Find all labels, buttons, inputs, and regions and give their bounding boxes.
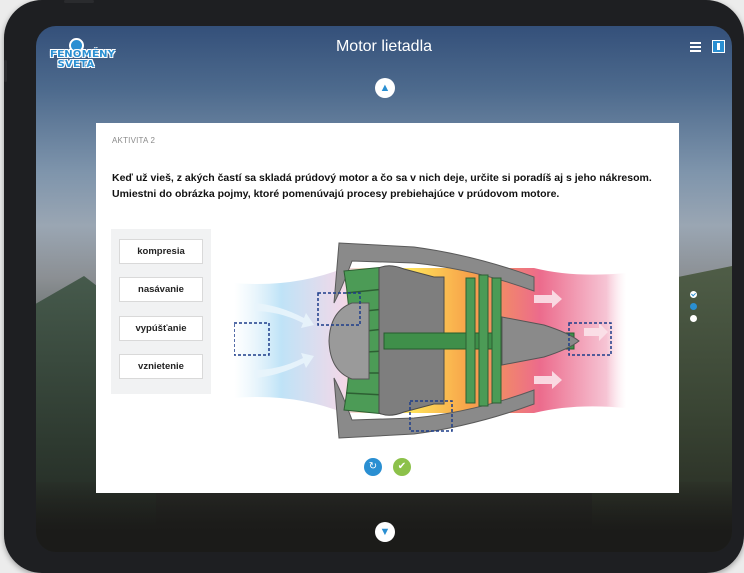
nav-down-button[interactable]: ▼	[375, 522, 395, 542]
chevron-down-icon: ▼	[379, 526, 391, 538]
activity-instructions: Keď už vieš, z akých častí sa skladá prú…	[112, 172, 652, 200]
chevron-up-icon: ▲	[379, 82, 391, 94]
reset-button[interactable]: ↻	[364, 458, 382, 476]
term-card-vznietenie[interactable]: vznietenie	[119, 354, 203, 379]
jet-engine-diagram	[234, 242, 626, 439]
logo-text-bottom: SVETA	[57, 59, 95, 70]
tablet-side-button	[4, 60, 7, 82]
section-dot-2[interactable]	[690, 303, 697, 310]
section-dot-1[interactable]	[690, 291, 697, 298]
turbine-stage-2	[478, 274, 489, 407]
terms-panel: kompresia nasávanie vypúšťanie vznieteni…	[111, 229, 211, 394]
page-title: Motor lietadla	[335, 38, 433, 55]
check-button[interactable]: ✔	[393, 458, 411, 476]
tablet-frame: FENOMÉNY SVETA Motor lietadla ▲ AKTIVITA…	[4, 0, 744, 573]
app-screen: FENOMÉNY SVETA Motor lietadla ▲ AKTIVITA…	[36, 26, 732, 552]
term-card-kompresia[interactable]: kompresia	[119, 239, 203, 264]
turbine-stage-3	[491, 277, 502, 404]
book-icon[interactable]	[712, 40, 725, 53]
section-dot-3[interactable]	[690, 315, 697, 322]
section-progress-dots	[690, 291, 698, 327]
nav-up-button[interactable]: ▲	[375, 78, 395, 98]
refresh-icon: ↻	[368, 461, 378, 472]
activity-label: AKTIVITA 2	[112, 136, 156, 145]
tablet-top-button	[64, 0, 94, 3]
activity-card: AKTIVITA 2 Keď už vieš, z akých častí sa…	[96, 123, 679, 493]
term-card-nasavanie[interactable]: nasávanie	[119, 277, 203, 302]
check-icon: ✔	[397, 461, 407, 472]
hamburger-icon[interactable]	[690, 42, 701, 52]
turbine-stage-1	[465, 277, 476, 404]
term-card-vypustanie[interactable]: vypúšťanie	[119, 316, 203, 341]
